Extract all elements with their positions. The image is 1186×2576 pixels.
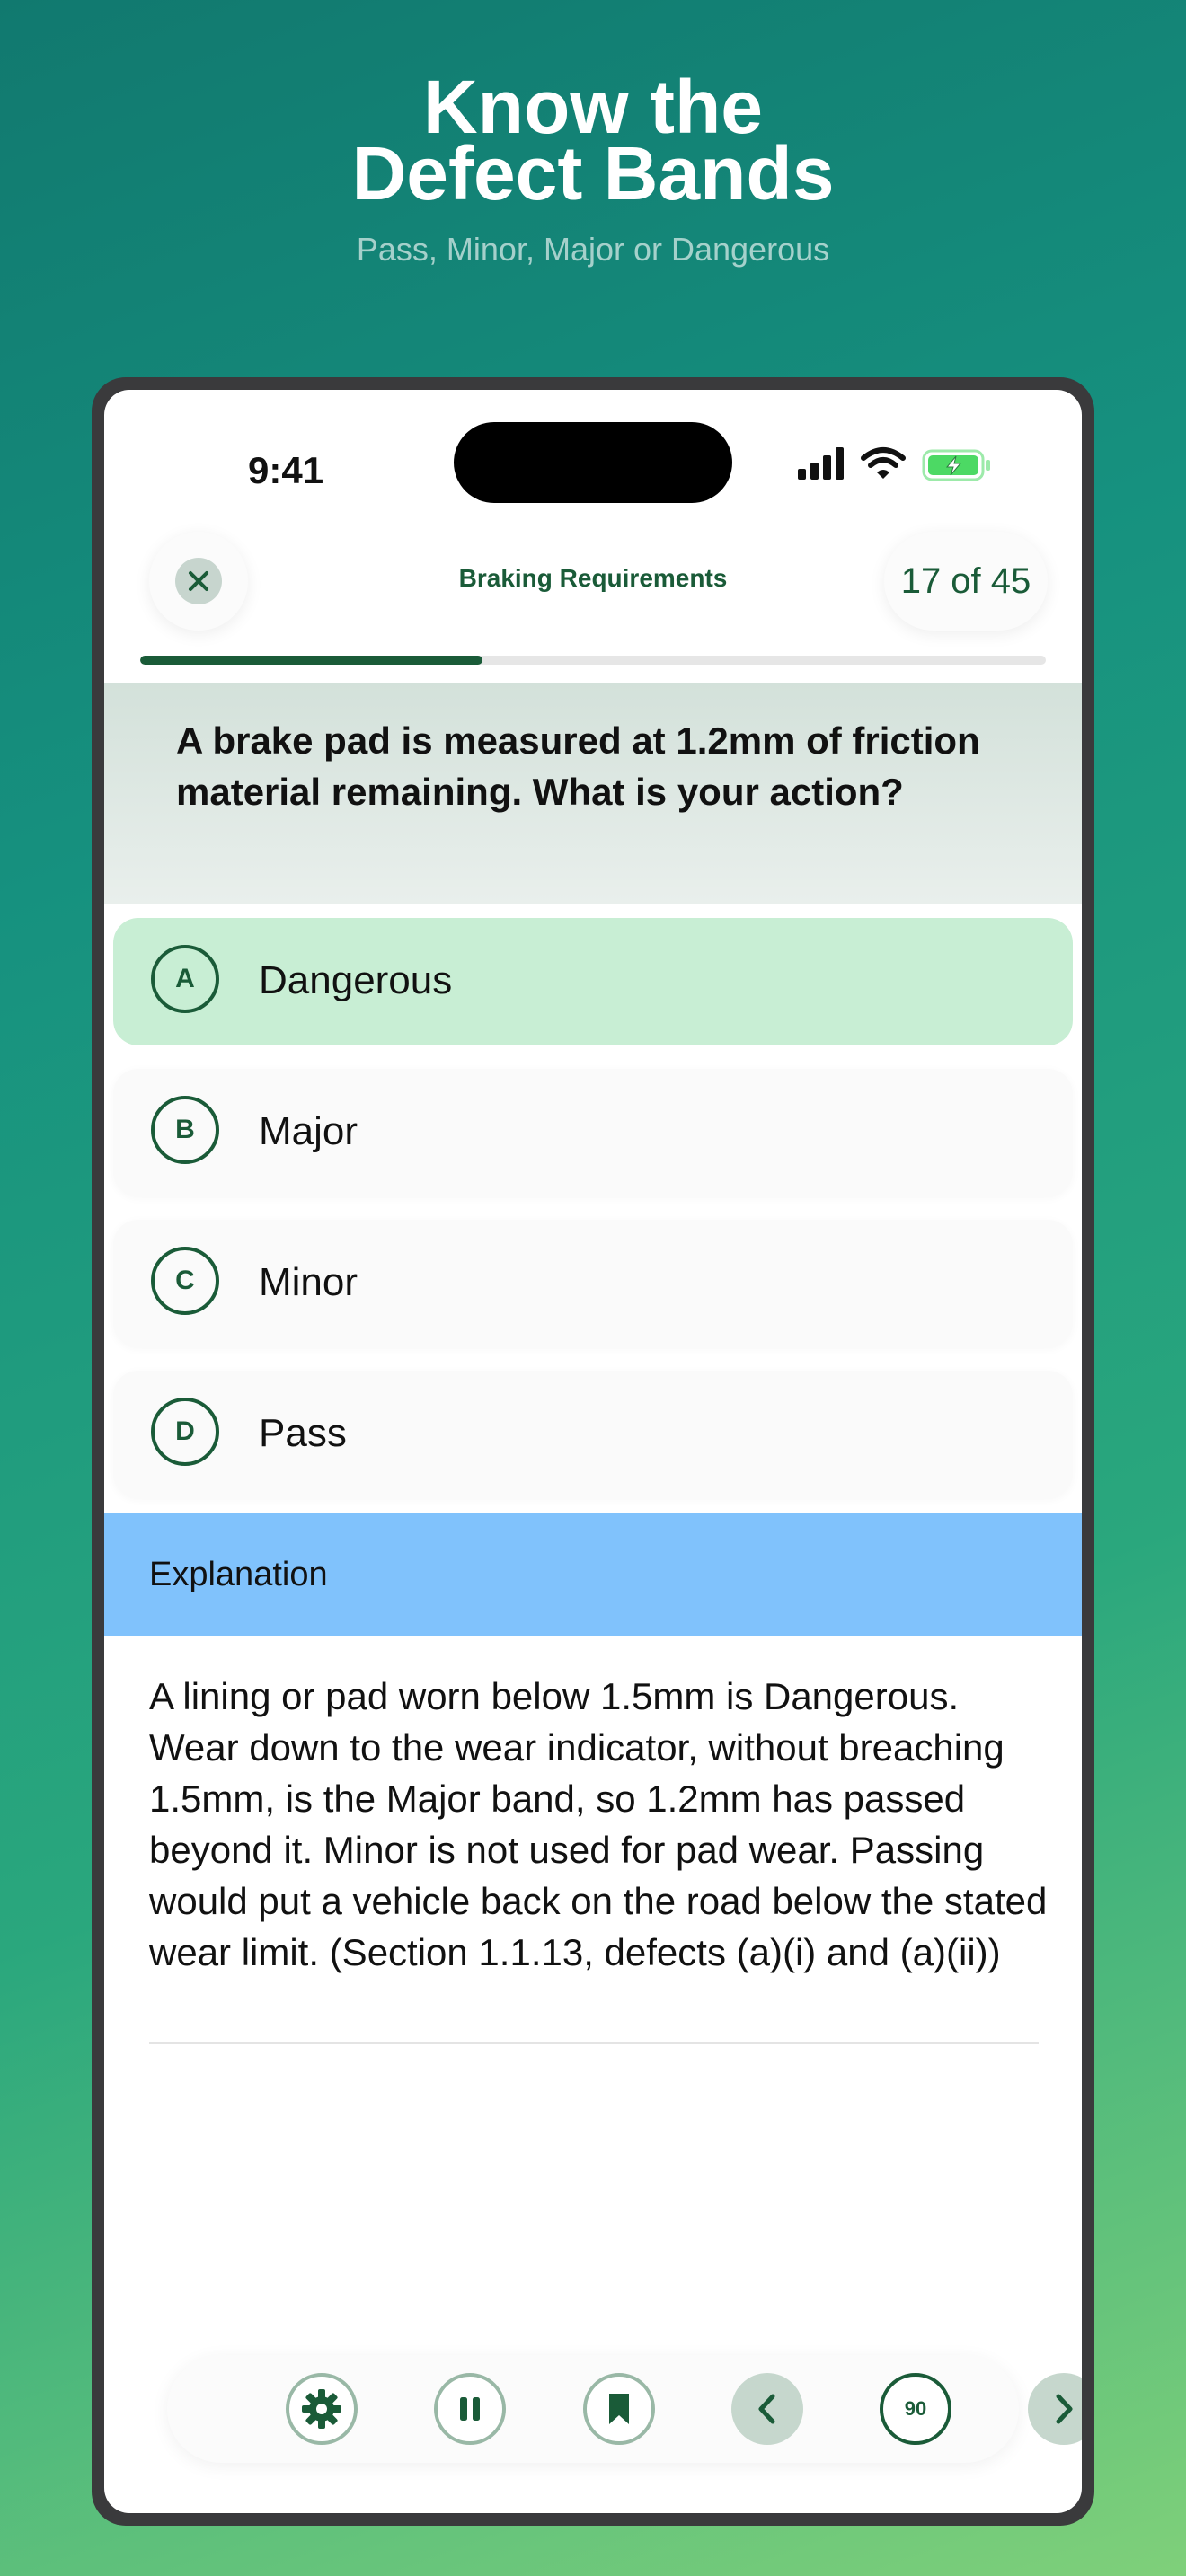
question-counter: 17 of 45 [884, 532, 1048, 631]
divider [149, 2042, 1039, 2044]
answer-option-a[interactable]: A Dangerous [113, 918, 1073, 1045]
timer-value: 90 [904, 2397, 927, 2420]
dynamic-island [454, 422, 732, 503]
next-button[interactable] [1028, 2373, 1082, 2445]
bottom-toolbar: 90 [167, 2355, 1082, 2463]
close-button[interactable] [149, 532, 248, 631]
close-icon [189, 571, 208, 591]
option-label: Major [259, 1109, 358, 1153]
gear-icon [302, 2389, 341, 2429]
option-label: Dangerous [259, 958, 453, 1002]
bookmark-button[interactable] [583, 2373, 655, 2445]
answer-option-b[interactable]: B Major [113, 1069, 1073, 1196]
previous-button[interactable] [731, 2373, 803, 2445]
hero-title-line1: Know the [423, 65, 763, 149]
question-card: A brake pad is measured at 1.2mm of fric… [104, 683, 1082, 904]
category-title: Braking Requirements [458, 564, 728, 592]
pause-icon [460, 2397, 480, 2421]
chevron-left-icon [758, 2394, 775, 2424]
answer-option-d[interactable]: D Pass [113, 1371, 1073, 1498]
bookmark-icon [609, 2394, 629, 2424]
hero-subtitle: Pass, Minor, Major or Dangerous [356, 231, 830, 268]
question-text: A brake pad is measured at 1.2mm of fric… [176, 719, 980, 813]
option-letter: A [151, 945, 219, 1013]
progress-fill [140, 656, 483, 665]
option-letter: C [151, 1247, 219, 1315]
phone-frame: 9:41 Braking Requirements 17 of 45 A bra… [92, 377, 1094, 2526]
close-icon-circle [175, 558, 222, 604]
status-time: 9:41 [248, 449, 324, 491]
pause-button[interactable] [434, 2373, 506, 2445]
settings-button[interactable] [286, 2373, 358, 2445]
option-letter: D [151, 1398, 219, 1466]
phone-screen: 9:41 Braking Requirements 17 of 45 A bra… [104, 390, 1082, 2513]
explanation-header: Explanation [104, 1513, 1082, 1636]
progress-bar [140, 656, 1046, 665]
hero-title-line2: Defect Bands [351, 131, 835, 216]
answer-option-c[interactable]: C Minor [113, 1220, 1073, 1347]
signal-icon [798, 447, 844, 480]
wifi-icon [861, 447, 906, 479]
chevron-right-icon [1056, 2394, 1073, 2424]
status-icons [798, 446, 996, 490]
hero-title: Know the Defect Bands [0, 65, 1186, 216]
option-label: Minor [259, 1260, 358, 1304]
option-label: Pass [259, 1411, 347, 1455]
option-letter: B [151, 1096, 219, 1164]
explanation-text: A lining or pad worn below 1.5mm is Dang… [149, 1675, 1048, 1973]
timer-button[interactable]: 90 [880, 2373, 951, 2445]
battery-charging-icon [922, 449, 990, 481]
